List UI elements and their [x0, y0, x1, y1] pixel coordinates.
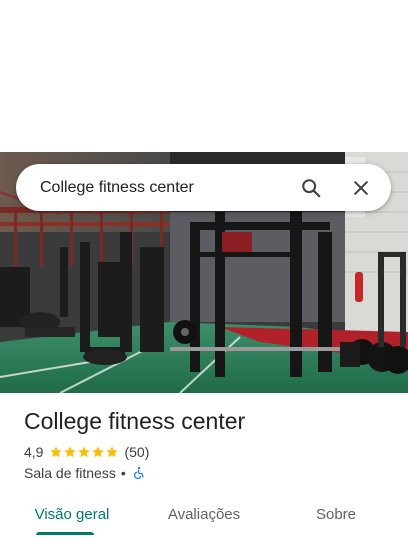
star-icon: [106, 446, 119, 458]
clear-search-button[interactable]: [345, 172, 377, 204]
separator-dot: •: [120, 465, 126, 481]
tab-overview[interactable]: Visão geral: [24, 492, 120, 536]
rating-stars: [49, 445, 119, 459]
tab-reviews[interactable]: Avaliações: [154, 492, 254, 536]
close-icon: [354, 180, 368, 195]
wheelchair-icon: [133, 466, 144, 479]
star-icon: [92, 446, 105, 458]
search-button[interactable]: [295, 172, 327, 204]
category-row: Sala de fitness •: [24, 465, 146, 481]
place-tabs: Visão geral Avaliações Sobre: [0, 492, 408, 544]
search-input[interactable]: College fitness center: [40, 179, 295, 197]
place-category: Sala de fitness: [24, 465, 116, 481]
star-icon: [78, 446, 91, 458]
tab-about[interactable]: Sobre: [296, 492, 376, 536]
star-icon: [64, 446, 77, 458]
active-tab-indicator: [36, 532, 94, 535]
search-bar[interactable]: College fitness center: [16, 164, 391, 211]
review-count[interactable]: (50): [124, 444, 149, 460]
rating-value: 4,9: [24, 444, 44, 460]
rating-row[interactable]: 4,9 (50): [24, 444, 149, 460]
place-title: College fitness center: [24, 408, 246, 434]
star-icon: [50, 446, 63, 458]
search-icon: [302, 178, 321, 197]
